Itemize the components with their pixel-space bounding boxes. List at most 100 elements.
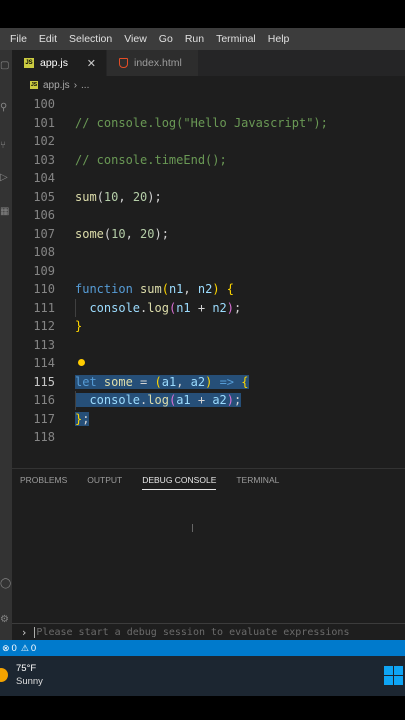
code-token: ) [212,282,220,296]
menu-go[interactable]: Go [153,33,179,45]
bottom-black-bar [0,696,405,720]
weather-temp[interactable]: 75°F [16,663,36,674]
indent-guide [75,298,76,317]
code-token: log [147,300,169,315]
code-line[interactable]: 104 [12,169,405,188]
js-file-icon: JS [24,58,34,68]
gear-icon[interactable]: ⚙ [0,614,12,628]
code-line[interactable]: 107 some(10, 20); [12,225,405,244]
account-icon[interactable]: ◯ [0,578,12,592]
code-line[interactable]: 115 let some = (a1, a2) => { [12,373,405,392]
code-text: function sum(n1, n2) { [75,280,234,299]
code-token: a1 [161,374,177,389]
chevron-right-icon: › [73,79,78,91]
code-token: ); [154,226,169,241]
line-number: 115 [33,374,55,389]
tab-label: index.html [134,57,182,69]
run-debug-icon[interactable]: ▷ [0,172,12,186]
code-line[interactable]: 101 // console.log("Hello Javascript"); [12,114,405,133]
weather-condition[interactable]: Sunny [16,676,43,687]
code-line[interactable]: 105 sum(10, 20); [12,188,405,207]
code-text: }; [75,410,90,429]
code-token: + [190,300,213,315]
code-token: , [176,374,191,389]
breadcrumb-more[interactable]: ... [81,80,89,91]
code-line[interactable]: 108 [12,243,405,262]
code-token: // console.log("Hello Javascript"); [75,115,328,130]
code-token: some [75,226,104,241]
menu-run[interactable]: Run [179,33,210,45]
source-control-icon[interactable]: ⑂ [0,140,12,154]
windows-taskbar: 75°F Sunny [0,656,405,696]
sun-icon[interactable] [0,668,8,682]
extensions-icon[interactable]: ▦ [0,206,12,220]
status-bar: ⊗ 0 ⚠ 0 [0,640,405,656]
menu-bar: File Edit Selection View Go Run Terminal… [0,28,405,50]
line-number: 100 [33,97,55,111]
tab-app-js[interactable]: JS app.js ✕ [12,50,106,76]
menu-selection[interactable]: Selection [63,33,118,45]
code-line[interactable]: 100 [12,95,405,114]
chevron-right-icon: › [22,626,27,639]
line-number: 112 [33,319,55,333]
tab-output[interactable]: OUTPUT [87,475,122,490]
panel-tabs: PROBLEMS OUTPUT DEBUG CONSOLE TERMINAL [20,475,299,490]
code-text: } [75,317,82,336]
tab-label: app.js [40,57,69,69]
code-line[interactable]: 103 // console.timeEnd(); [12,151,405,170]
warning-icon: ⚠ [20,642,29,653]
warning-count[interactable]: 0 [31,643,36,654]
code-token: , [125,226,141,241]
code-line[interactable]: 114 [12,354,405,373]
code-token: ; [234,300,242,315]
breadcrumb-file[interactable]: app.js [43,80,70,91]
code-line[interactable]: 111 console.log(n1 + n2); [12,299,405,318]
debug-input-row: › [12,623,405,641]
line-number: 104 [33,171,55,185]
menu-help[interactable]: Help [262,33,296,45]
line-number: 101 [33,115,55,130]
menu-view[interactable]: View [118,33,153,45]
code-token: ( [161,282,169,296]
line-number: 116 [33,393,55,407]
tab-debug-console[interactable]: DEBUG CONSOLE [142,475,217,490]
code-token: 10 [111,226,126,241]
code-line[interactable]: 113 [12,336,405,355]
code-editor[interactable]: 100 101 // console.log("Hello Javascript")… [12,94,405,468]
code-token: 20 [132,189,148,204]
code-line[interactable]: 118 [12,428,405,447]
tab-index-html[interactable]: index.html [106,50,198,76]
code-token: console [89,393,141,407]
code-token: ); [147,189,162,204]
menu-edit[interactable]: Edit [33,33,63,45]
code-line[interactable]: 117}; [12,410,405,429]
code-line[interactable]: 112} [12,317,405,336]
menu-terminal[interactable]: Terminal [210,33,262,45]
code-line[interactable]: 110 function sum(n1, n2) { [12,280,405,299]
line-number: 105 [33,189,55,204]
code-token: { [241,374,249,389]
error-count[interactable]: 0 [12,643,17,654]
code-token: function [75,282,133,296]
explorer-icon[interactable]: ▢ [0,60,12,74]
lightbulb-icon[interactable] [78,359,85,366]
code-text: // console.timeEnd(); [75,151,227,170]
code-line[interactable]: 102 [12,132,405,151]
code-line[interactable]: 116 console.log(a1 + a2); [12,391,405,410]
windows-start-icon[interactable] [384,666,403,685]
debug-console-input[interactable] [34,627,365,638]
editor-tabs: JS app.js ✕ index.html [12,50,405,76]
code-token: 20 [140,226,155,241]
line-number: 106 [33,208,55,222]
search-icon[interactable]: ⚲ [0,102,12,116]
code-token: => [219,374,235,389]
code-line[interactable]: 106 [12,206,405,225]
code-token: ( [96,189,104,204]
code-line[interactable]: 109 [12,262,405,281]
close-icon[interactable]: ✕ [87,57,96,70]
code-text: sum(10, 20); [75,188,162,207]
tab-problems[interactable]: PROBLEMS [20,475,67,490]
menu-file[interactable]: File [4,33,33,45]
tab-terminal[interactable]: TERMINAL [236,475,279,490]
code-token: , [118,189,133,204]
